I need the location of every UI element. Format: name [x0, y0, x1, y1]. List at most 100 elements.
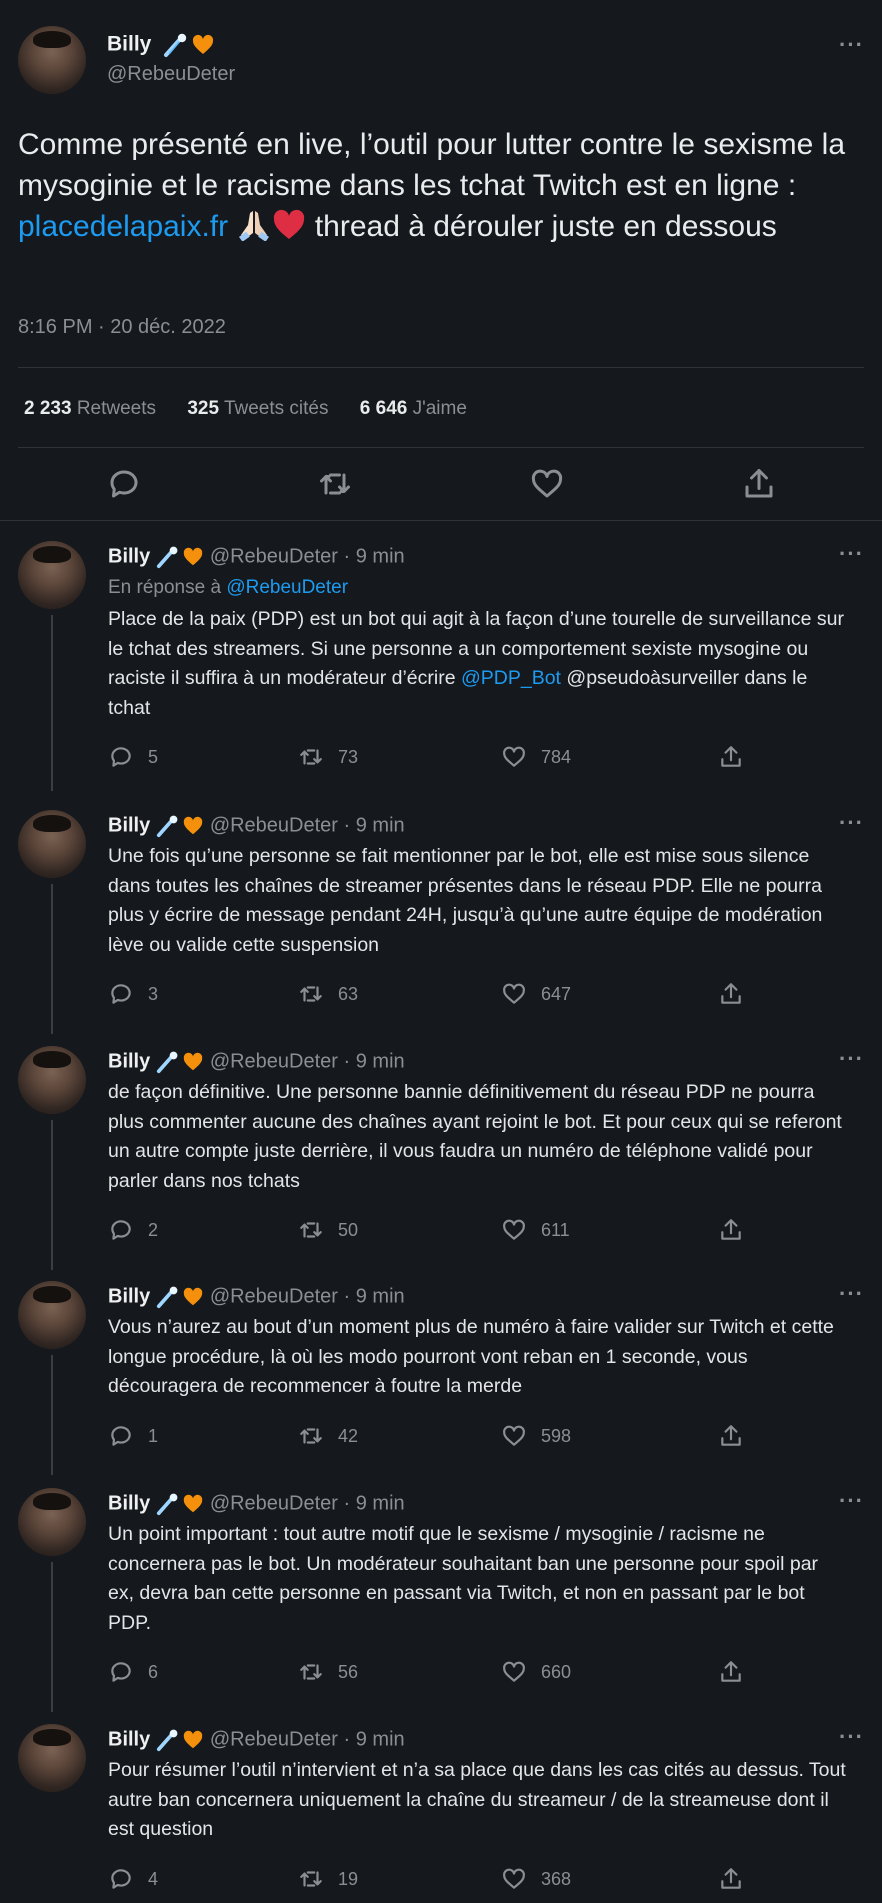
author-name[interactable]: Billy — [108, 1285, 150, 1307]
reply-icon[interactable] — [108, 1866, 134, 1892]
like-icon[interactable] — [529, 466, 565, 502]
retweet-action[interactable]: 56 — [298, 1659, 358, 1685]
reply-tweet[interactable]: Billy @RebeuDeter · 9 min ··· de façon d… — [0, 1046, 882, 1270]
reply-icon[interactable] — [108, 1659, 134, 1685]
share-icon[interactable] — [718, 1423, 744, 1449]
share-action[interactable] — [718, 1217, 744, 1243]
reply-tweet[interactable]: Billy @RebeuDeter · 9 min ··· En réponse… — [0, 541, 882, 791]
share-icon[interactable] — [741, 466, 777, 502]
retweet-icon[interactable] — [298, 744, 324, 770]
retweet-icon[interactable] — [298, 981, 324, 1007]
retweet-action[interactable]: 19 — [298, 1866, 358, 1892]
retweet-icon[interactable] — [298, 1217, 324, 1243]
author-handle[interactable]: @RebeuDeter — [210, 545, 338, 567]
reply-icon[interactable] — [108, 981, 134, 1007]
more-icon[interactable]: ··· — [839, 32, 864, 58]
reply-icon[interactable] — [108, 744, 134, 770]
reply-icon[interactable] — [106, 466, 142, 502]
author-handle[interactable]: @RebeuDeter — [210, 1728, 338, 1750]
author-handle[interactable]: @RebeuDeter — [210, 814, 338, 836]
like-icon[interactable] — [501, 1866, 527, 1892]
avatar[interactable] — [18, 1724, 86, 1792]
author-handle[interactable]: @RebeuDeter — [107, 63, 235, 86]
like-icon[interactable] — [501, 1659, 527, 1685]
author-name[interactable]: Billy — [108, 814, 150, 836]
retweet-icon[interactable] — [298, 1423, 324, 1449]
author-name[interactable]: Billy — [107, 32, 215, 58]
reply-time[interactable]: · 9 min — [344, 1728, 405, 1750]
share-action[interactable] — [718, 981, 744, 1007]
reply-icon[interactable] — [108, 1423, 134, 1449]
tweet-timestamp[interactable]: 8:16 PM · 20 déc. 2022 — [18, 316, 226, 339]
reply-tweet[interactable]: Billy @RebeuDeter · 9 min ··· Pour résum… — [0, 1724, 882, 1903]
author-handle[interactable]: @RebeuDeter — [210, 1050, 338, 1072]
like-action[interactable]: 660 — [501, 1659, 571, 1685]
likes-stat[interactable]: 6 646 J'aime — [360, 398, 467, 419]
retweet-action[interactable]: 73 — [298, 744, 358, 770]
reply-time[interactable]: · 9 min — [344, 814, 405, 836]
author-name[interactable]: Billy — [108, 1050, 150, 1072]
share-action[interactable] — [718, 1866, 744, 1892]
share-icon[interactable] — [718, 981, 744, 1007]
more-icon[interactable]: ··· — [839, 541, 864, 567]
reply-action[interactable]: 6 — [108, 1659, 158, 1685]
author-name-text[interactable]: Billy — [107, 33, 151, 56]
avatar[interactable] — [18, 1488, 86, 1556]
reply-action[interactable]: 2 — [108, 1217, 158, 1243]
retweet-icon[interactable] — [298, 1659, 324, 1685]
like-icon[interactable] — [501, 981, 527, 1007]
share-icon[interactable] — [718, 744, 744, 770]
share-icon[interactable] — [718, 1866, 744, 1892]
author-handle[interactable]: @RebeuDeter — [210, 1285, 338, 1307]
reply-icon[interactable] — [108, 1217, 134, 1243]
avatar[interactable] — [18, 1281, 86, 1349]
author-name[interactable]: Billy — [108, 545, 150, 567]
retweet-icon[interactable] — [317, 466, 353, 502]
like-icon[interactable] — [501, 1217, 527, 1243]
more-icon[interactable]: ··· — [839, 1046, 864, 1072]
avatar[interactable] — [18, 26, 86, 94]
retweet-action[interactable]: 42 — [298, 1423, 358, 1449]
author-name[interactable]: Billy — [108, 1492, 150, 1514]
reply-time[interactable]: · 9 min — [344, 545, 405, 567]
like-icon[interactable] — [501, 1423, 527, 1449]
in-reply-handle[interactable]: @RebeuDeter — [226, 577, 348, 598]
share-action[interactable] — [718, 744, 744, 770]
share-icon[interactable] — [718, 1659, 744, 1685]
reply-tweet[interactable]: Billy @RebeuDeter · 9 min ··· Une fois q… — [0, 810, 882, 1034]
reply-time[interactable]: · 9 min — [344, 1492, 405, 1514]
share-icon[interactable] — [718, 1217, 744, 1243]
share-action[interactable] — [718, 1659, 744, 1685]
reply-time[interactable]: · 9 min — [344, 1285, 405, 1307]
tweet-link[interactable]: placedelapaix.fr — [18, 210, 228, 243]
author-handle[interactable]: @RebeuDeter — [210, 1492, 338, 1514]
share-action[interactable] — [718, 1423, 744, 1449]
more-icon[interactable]: ··· — [839, 1281, 864, 1307]
mention-link[interactable]: @PDP_Bot — [461, 667, 561, 689]
more-icon[interactable]: ··· — [839, 810, 864, 836]
reply-time[interactable]: · 9 min — [344, 1050, 405, 1072]
retweet-action[interactable]: 50 — [298, 1217, 358, 1243]
quotes-stat[interactable]: 325 Tweets cités — [187, 398, 328, 419]
reply-action[interactable]: 3 — [108, 981, 158, 1007]
retweet-icon[interactable] — [298, 1866, 324, 1892]
reply-action[interactable]: 5 — [108, 744, 158, 770]
like-icon[interactable] — [501, 744, 527, 770]
like-action[interactable]: 368 — [501, 1866, 571, 1892]
retweet-action[interactable]: 63 — [298, 981, 358, 1007]
reply-tweet[interactable]: Billy @RebeuDeter · 9 min ··· Vous n’aur… — [0, 1281, 882, 1475]
avatar[interactable] — [18, 810, 86, 878]
reply-action[interactable]: 1 — [108, 1423, 158, 1449]
retweets-stat[interactable]: 2 233 Retweets — [24, 398, 156, 419]
author-name[interactable]: Billy — [108, 1728, 150, 1750]
like-action[interactable]: 647 — [501, 981, 571, 1007]
reply-tweet[interactable]: Billy @RebeuDeter · 9 min ··· Un point i… — [0, 1488, 882, 1712]
more-icon[interactable]: ··· — [839, 1488, 864, 1514]
like-action[interactable]: 611 — [501, 1217, 570, 1243]
avatar[interactable] — [18, 1046, 86, 1114]
avatar[interactable] — [18, 541, 86, 609]
like-action[interactable]: 784 — [501, 744, 571, 770]
like-action[interactable]: 598 — [501, 1423, 571, 1449]
more-icon[interactable]: ··· — [839, 1724, 864, 1750]
reply-action[interactable]: 4 — [108, 1866, 158, 1892]
